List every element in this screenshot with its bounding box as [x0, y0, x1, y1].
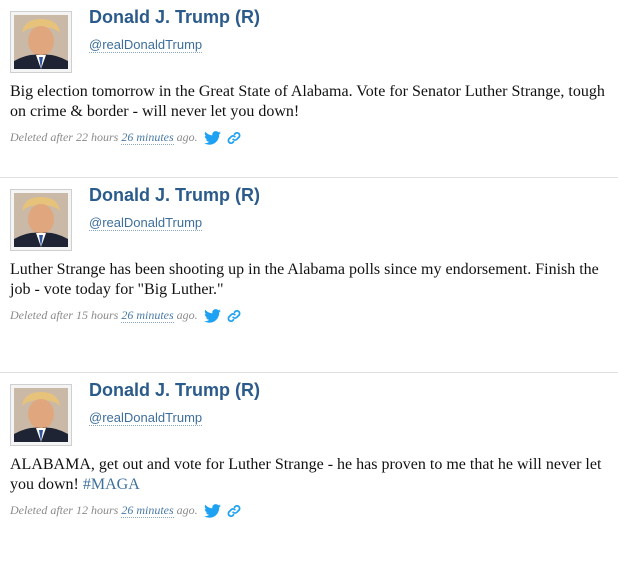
avatar-portrait-icon	[14, 388, 68, 442]
avatar[interactable]	[10, 189, 72, 251]
ago-label: ago.	[176, 130, 198, 144]
tweet-card: Donald J. Trump (R) @realDonaldTrump Lut…	[0, 178, 618, 372]
author-handle[interactable]: @realDonaldTrump	[89, 215, 203, 231]
link-chain-icon[interactable]	[227, 504, 241, 518]
tweet-card: Donald J. Trump (R) @realDonaldTrump Big…	[0, 0, 618, 177]
author-name[interactable]: Donald J. Trump (R)	[89, 380, 260, 401]
author-handle[interactable]: @realDonaldTrump	[89, 37, 203, 53]
link-chain-icon[interactable]	[227, 131, 241, 145]
tweet-meta: Deleted after 15 hours 26 minutes ago.	[10, 308, 241, 323]
tweet-card: Donald J. Trump (R) @realDonaldTrump ALA…	[0, 373, 618, 561]
avatar-portrait-icon	[14, 193, 68, 247]
link-chain-icon[interactable]	[227, 309, 241, 323]
deleted-after-label: Deleted after 12 hours	[10, 503, 119, 517]
ago-label: ago.	[176, 503, 198, 517]
minutes-link[interactable]: 26 minutes	[121, 308, 174, 323]
avatar[interactable]	[10, 384, 72, 446]
minutes-link[interactable]: 26 minutes	[121, 503, 174, 518]
twitter-bird-icon[interactable]	[203, 130, 221, 145]
twitter-bird-icon[interactable]	[203, 308, 221, 323]
author-name[interactable]: Donald J. Trump (R)	[89, 185, 260, 206]
ago-label: ago.	[176, 308, 198, 322]
tweet-body: Luther Strange has been shooting up in t…	[10, 261, 599, 298]
minutes-link[interactable]: 26 minutes	[121, 130, 174, 145]
deleted-after-label: Deleted after 15 hours	[10, 308, 119, 322]
deleted-after-label: Deleted after 22 hours	[10, 130, 119, 144]
deleted-tweets-feed: Donald J. Trump (R) @realDonaldTrump Big…	[0, 0, 618, 561]
twitter-bird-icon[interactable]	[203, 503, 221, 518]
tweet-text: ALABAMA, get out and vote for Luther Str…	[10, 455, 610, 495]
tweet-text: Big election tomorrow in the Great State…	[10, 82, 610, 122]
author-handle[interactable]: @realDonaldTrump	[89, 410, 203, 426]
avatar-portrait-icon	[14, 15, 68, 69]
tweet-body: Big election tomorrow in the Great State…	[10, 83, 605, 120]
tweet-text: Luther Strange has been shooting up in t…	[10, 260, 610, 300]
avatar[interactable]	[10, 11, 72, 73]
tweet-meta: Deleted after 12 hours 26 minutes ago.	[10, 503, 241, 518]
tweet-meta: Deleted after 22 hours 26 minutes ago.	[10, 130, 241, 145]
author-name[interactable]: Donald J. Trump (R)	[89, 7, 260, 28]
hashtag-link[interactable]: #MAGA	[83, 476, 140, 493]
